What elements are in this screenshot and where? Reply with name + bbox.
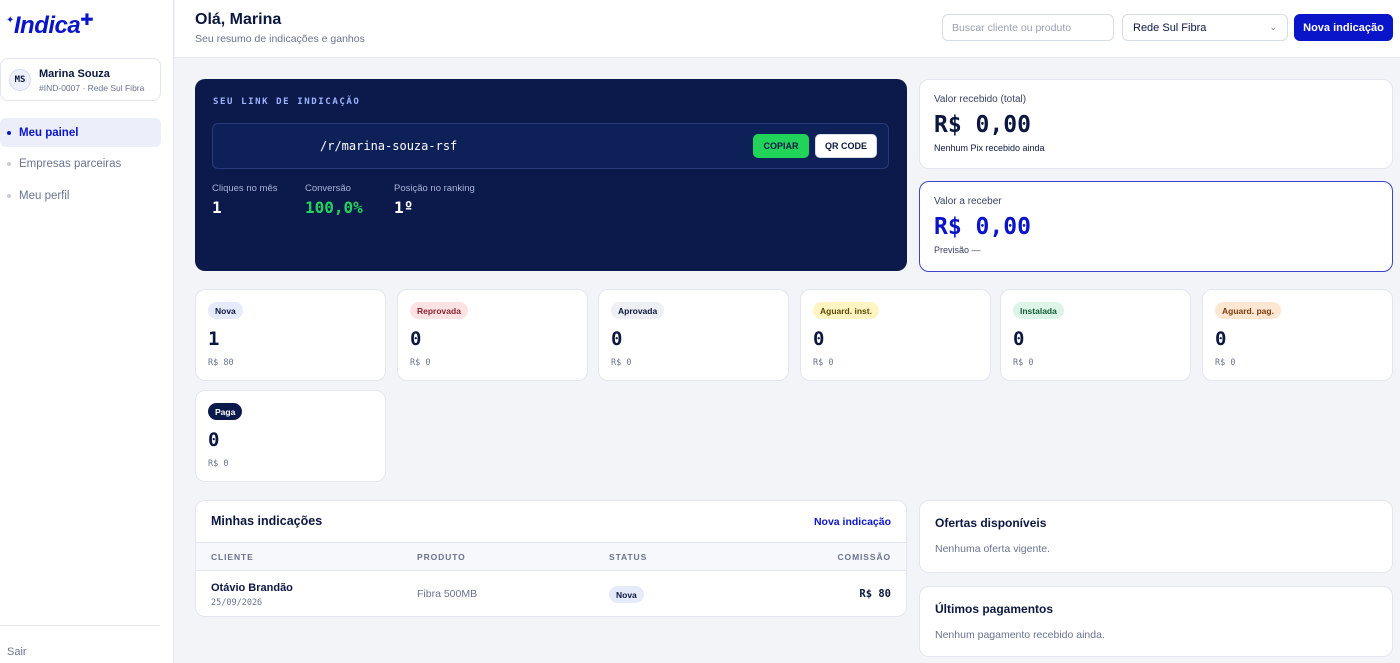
value-amount: R$ 0,00 [934, 112, 1031, 138]
status-card-nova[interactable]: Nova 1 R$ 80 [195, 289, 386, 381]
payments-title: Últimos pagamentos [935, 602, 1054, 616]
payments-card: Últimos pagamentos Nenhum pagamento rece… [919, 586, 1393, 657]
sidebar-item-label: Meu perfil [19, 189, 70, 202]
new-referral-link[interactable]: Nova indicação [814, 516, 891, 528]
offers-card: Ofertas disponíveis Nenhuma oferta vigen… [919, 500, 1393, 573]
value-note: Previsão — [934, 245, 981, 255]
commission-value: R$ 80 [859, 588, 891, 600]
status-badge: Aguard. pag. [1215, 302, 1281, 319]
status-badge: Nova [208, 302, 243, 319]
stat-conversion: Conversão 100,0% [305, 183, 363, 217]
status-amount: R$ 0 [208, 459, 229, 469]
status-badge: Aprovada [611, 302, 665, 319]
stat-clicks: Cliques no mês 1 [212, 183, 277, 217]
new-referral-button[interactable]: Nova indicação [1294, 14, 1393, 41]
sidebar-item-label: Empresas parceiras [19, 157, 122, 170]
stat-label: Conversão [305, 183, 351, 194]
sidebar: ✦Indica✚ MS Marina Souza #IND-0007 · Red… [0, 0, 174, 663]
column-header-produto[interactable]: PRODUTO [417, 552, 466, 562]
status-amount: R$ 0 [1013, 358, 1034, 368]
user-meta: #IND-0007 · Rede Sul Fibra [39, 83, 145, 93]
status-badge: Reprovada [410, 302, 468, 319]
company-select-value: Rede Sul Fibra [1133, 21, 1207, 34]
company-select[interactable]: Rede Sul Fibra ⌄ [1122, 14, 1288, 41]
referral-link-title: SEU LINK DE INDICAÇÃO [213, 97, 361, 107]
sidebar-item-meu-perfil[interactable]: Meu perfil [0, 181, 161, 210]
status-card-paga[interactable]: Paga 0 R$ 0 [195, 390, 386, 482]
status-amount: R$ 0 [410, 358, 431, 368]
referral-link-card: SEU LINK DE INDICAÇÃO /r/marina-souza-rs… [195, 79, 907, 271]
stat-label: Posição no ranking [394, 183, 475, 194]
offers-title: Ofertas disponíveis [935, 516, 1047, 530]
sidebar-item-meu-painel[interactable]: Meu painel [0, 118, 161, 147]
chevron-down-icon: ⌄ [1269, 22, 1277, 32]
status-amount: R$ 0 [611, 358, 632, 368]
brand-logo[interactable]: ✦Indica✚ [6, 12, 94, 40]
user-name: Marina Souza [39, 68, 110, 80]
column-header-status[interactable]: STATUS [609, 552, 647, 562]
status-count: 1 [208, 328, 220, 350]
status-card-aguard-pag[interactable]: Aguard. pag. 0 R$ 0 [1202, 289, 1393, 381]
value-amount: R$ 0,00 [934, 214, 1031, 240]
value-label: Valor recebido (total) [934, 94, 1027, 105]
status-amount: R$ 0 [1215, 358, 1236, 368]
page-subtitle: Seu resumo de indicações e ganhos [195, 33, 365, 45]
nav-dot-icon [7, 194, 11, 198]
status-badge: Nova [609, 586, 644, 603]
client-name: Otávio Brandão [211, 582, 293, 594]
avatar: MS [9, 69, 31, 91]
logout-link[interactable]: Sair [7, 646, 27, 658]
column-header-cliente[interactable]: CLIENTE [211, 552, 254, 562]
product-name: Fibra 500MB [417, 588, 478, 600]
qr-code-button[interactable]: QR CODE [815, 134, 877, 158]
status-card-instalada[interactable]: Instalada 0 R$ 0 [1000, 289, 1191, 381]
stat-value: 1º [394, 198, 414, 217]
page-title: Olá, Marina [195, 11, 282, 28]
sidebar-item-empresas-parceiras[interactable]: Empresas parceiras [0, 149, 161, 178]
status-count: 0 [1013, 328, 1025, 350]
table-header: CLIENTE PRODUTO STATUS COMISSÃO [196, 542, 906, 571]
table-row[interactable]: Otávio Brandão 25/09/2026 Fibra 500MB No… [196, 572, 906, 616]
referral-link-url[interactable]: /r/marina-souza-rsf [320, 139, 457, 153]
received-value-card: Valor recebido (total) R$ 0,00 Nenhum Pi… [919, 79, 1393, 169]
logo-plus-icon: ✚ [80, 12, 94, 29]
stat-value: 1 [212, 198, 222, 217]
column-header-comissao[interactable]: COMISSÃO [838, 552, 891, 562]
status-card-aprovada[interactable]: Aprovada 0 R$ 0 [598, 289, 789, 381]
header: Olá, Marina Seu resumo de indicações e g… [175, 0, 1400, 58]
referrals-title: Minhas indicações [211, 514, 323, 528]
status-count: 0 [410, 328, 422, 350]
referrals-card: Minhas indicações Nova indicação CLIENTE… [195, 500, 907, 617]
divider [0, 625, 160, 626]
copy-link-button[interactable]: COPIAR [753, 134, 809, 158]
offers-empty-text: Nenhuma oferta vigente. [935, 543, 1050, 555]
status-card-reprovada[interactable]: Reprovada 0 R$ 0 [397, 289, 588, 381]
stat-ranking: Posição no ranking 1º [394, 183, 475, 217]
referral-date: 25/09/2026 [211, 598, 263, 608]
payments-empty-text: Nenhum pagamento recebido ainda. [935, 629, 1105, 641]
user-card[interactable]: MS Marina Souza #IND-0007 · Rede Sul Fib… [0, 58, 161, 101]
status-badge: Paga [208, 403, 243, 420]
status-amount: R$ 80 [208, 358, 234, 368]
status-count: 0 [1215, 328, 1227, 350]
referral-link-box: /r/marina-souza-rsf COPIAR QR CODE [212, 123, 889, 169]
value-label: Valor a receber [934, 196, 1002, 207]
nav-dot-icon [7, 131, 11, 135]
status-badge: Aguard. inst. [813, 302, 879, 319]
status-card-aguard-inst[interactable]: Aguard. inst. 0 R$ 0 [800, 289, 991, 381]
to-receive-value-card: Valor a receber R$ 0,00 Previsão — [919, 181, 1393, 272]
search-input[interactable] [942, 14, 1114, 41]
stat-value: 100,0% [305, 198, 363, 217]
status-amount: R$ 0 [813, 358, 834, 368]
status-count: 0 [813, 328, 825, 350]
logo-spark-icon: ✦ [6, 15, 14, 26]
stat-label: Cliques no mês [212, 183, 278, 194]
status-count: 0 [611, 328, 623, 350]
sidebar-item-label: Meu painel [19, 126, 79, 139]
nav-dot-icon [7, 162, 11, 166]
status-count: 0 [208, 429, 220, 451]
status-badge: Instalada [1013, 302, 1064, 319]
value-note: Nenhum Pix recebido ainda [934, 143, 1045, 153]
